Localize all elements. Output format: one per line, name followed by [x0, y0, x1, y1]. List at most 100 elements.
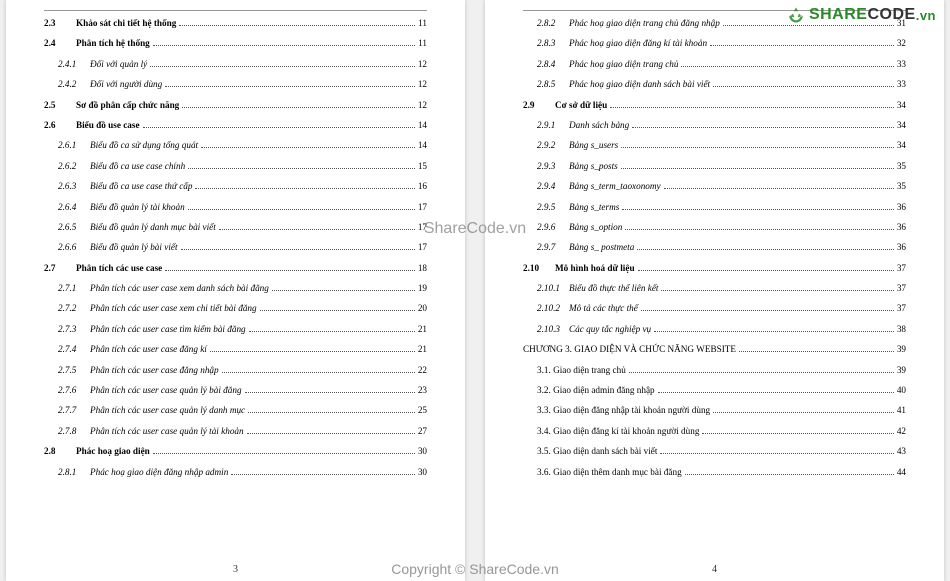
toc-entry: 2.6.4Biểu đồ quản lý tài khoản17: [44, 203, 427, 212]
toc-leader-dots: [143, 126, 415, 128]
toc-title: Biểu đồ ca sử dụng tổng quát: [90, 141, 198, 150]
toc-page-number: 37: [897, 304, 906, 313]
toc-number: 2.8.3: [537, 39, 569, 48]
toc-leader-dots: [153, 452, 415, 454]
toc-leader-dots: [245, 391, 415, 393]
toc-page-number: 21: [418, 325, 427, 334]
toc-title: Phác hoạ giao diện: [76, 447, 150, 456]
toc-page-number: 19: [418, 284, 427, 293]
toc-leader-dots: [153, 44, 415, 46]
toc-entry: 2.7.8Phân tích các user case quản lý tài…: [44, 427, 427, 436]
toc-title: Phân tích các user case xem danh sách bà…: [90, 284, 269, 293]
toc-leader-dots: [165, 85, 415, 87]
toc-list-left: 2.3Khảo sát chi tiết hệ thống112.4Phân t…: [44, 10, 427, 477]
toc-page-number: 18: [418, 264, 427, 273]
logo-text-code: CODE: [867, 6, 915, 24]
toc-entry: 2.9.3Bảng s_posts35: [523, 162, 906, 171]
toc-entry: 2.8.3Phác hoạ giao diện đăng kí tài khoả…: [523, 39, 906, 48]
toc-leader-dots: [231, 473, 415, 475]
toc-page-number: 30: [418, 468, 427, 477]
toc-number: 2.9.4: [537, 182, 569, 191]
toc-number: 2.8.4: [537, 60, 569, 69]
toc-entry: 2.7Phân tích các use case18: [44, 264, 427, 273]
toc-entry: 2.6.1Biểu đồ ca sử dụng tổng quát14: [44, 141, 427, 150]
toc-title: Biểu đồ use case: [76, 121, 140, 130]
toc-entry: 2.8.1Phác hoạ giao diện đăng nhập admin3…: [44, 468, 427, 477]
toc-title: Biểu đồ ca use case thứ cấp: [90, 182, 192, 191]
toc-page-number: 36: [897, 203, 906, 212]
toc-page-number: 22: [418, 366, 427, 375]
page-right: 2.8.2Phác hoạ giao diện trang chủ đăng n…: [485, 0, 944, 581]
toc-number: 2.7.4: [58, 345, 90, 354]
toc-entry: 2.7.6Phân tích các user case quản lý bài…: [44, 386, 427, 395]
toc-leader-dots: [188, 167, 415, 169]
toc-number: 2.10.3: [537, 325, 569, 334]
toc-number: 2.10.1: [537, 284, 569, 293]
toc-title: Mô hình hoá dữ liệu: [555, 264, 635, 273]
toc-entry: 2.9.7Bảng s_ postmeta36: [523, 243, 906, 252]
toc-leader-dots: [188, 208, 415, 210]
toc-number: 2.4.1: [58, 60, 90, 69]
toc-number: 2.6.2: [58, 162, 90, 171]
toc-title: Bảng s_terms: [569, 203, 619, 212]
toc-page-number: 41: [897, 406, 906, 415]
toc-number: 2.6.1: [58, 141, 90, 150]
toc-leader-dots: [629, 371, 894, 373]
toc-title: Phác hoạ giao diện trang chủ đăng nhập: [569, 19, 720, 28]
toc-number: 2.6.4: [58, 203, 90, 212]
toc-leader-dots: [165, 269, 415, 271]
toc-leader-dots: [641, 309, 894, 311]
toc-number: 2.7.5: [58, 366, 90, 375]
toc-title: Phác hoạ giao diện đăng kí tài khoản: [569, 39, 707, 48]
toc-entry: 2.7.4Phân tích các user case đăng kí21: [44, 345, 427, 354]
toc-leader-dots: [622, 208, 894, 210]
toc-number: 2.9.3: [537, 162, 569, 171]
toc-leader-dots: [621, 167, 894, 169]
toc-leader-dots: [664, 187, 894, 189]
toc-number: 2.6.6: [58, 243, 90, 252]
toc-number: 2.9: [523, 101, 555, 110]
toc-page-number: 36: [897, 243, 906, 252]
toc-page-number: 37: [897, 284, 906, 293]
toc-title: CHƯƠNG 3. GIAO DIỆN VÀ CHỨC NĂNG WEBSITE: [523, 345, 736, 354]
toc-leader-dots: [638, 269, 894, 271]
toc-leader-dots: [654, 330, 894, 332]
toc-entry: 2.9.1Danh sách bảng34: [523, 121, 906, 130]
toc-title: Bảng s_ postmeta: [569, 243, 634, 252]
toc-leader-dots: [249, 330, 415, 332]
toc-title: Đối với người dùng: [90, 80, 162, 89]
toc-title: Cơ sở dữ liệu: [555, 101, 607, 110]
toc-entry: 2.6.2Biểu đồ ca use case chính15: [44, 162, 427, 171]
toc-number: 2.6.3: [58, 182, 90, 191]
toc-page-number: 11: [418, 39, 427, 48]
toc-page-number: 43: [897, 447, 906, 456]
toc-page-number: 16: [418, 182, 427, 191]
toc-leader-dots: [182, 106, 415, 108]
toc-page-number: 34: [897, 121, 906, 130]
toc-entry: 3.3. Giao diện đăng nhập tài khoản người…: [523, 406, 906, 415]
toc-number: 2.6: [44, 121, 76, 130]
toc-title: Biểu đồ quản lý danh mục bài viết: [90, 223, 216, 232]
toc-leader-dots: [660, 452, 893, 454]
toc-title: Mô tả các thực thể: [569, 304, 638, 313]
toc-page-number: 36: [897, 223, 906, 232]
toc-page-number: 30: [418, 447, 427, 456]
toc-page-number: 33: [897, 60, 906, 69]
toc-title: 3.5. Giao diện danh sách bài viết: [537, 447, 657, 456]
toc-page-number: 25: [418, 406, 427, 415]
toc-leader-dots: [248, 411, 415, 413]
toc-number: 2.9.6: [537, 223, 569, 232]
toc-page-number: 12: [418, 101, 427, 110]
toc-page-number: 35: [897, 162, 906, 171]
toc-page-number: 14: [418, 121, 427, 130]
toc-title: Biểu đồ quản lý bài viết: [90, 243, 178, 252]
toc-entry: 3.4. Giao diện đăng kí tài khoản người d…: [523, 427, 906, 436]
toc-number: 2.8: [44, 447, 76, 456]
toc-title: Danh sách bảng: [569, 121, 629, 130]
toc-entry: 3.1. Giao diện trang chủ39: [523, 366, 906, 375]
toc-entry: 2.6.3Biểu đồ ca use case thứ cấp 16: [44, 182, 427, 191]
toc-entry: 2.9.5Bảng s_terms36: [523, 203, 906, 212]
toc-entry: 2.7.5Phân tích các user case đăng nhập22: [44, 366, 427, 375]
toc-entry: 2.10Mô hình hoá dữ liệu37: [523, 264, 906, 273]
toc-number: 2.3: [44, 19, 76, 28]
